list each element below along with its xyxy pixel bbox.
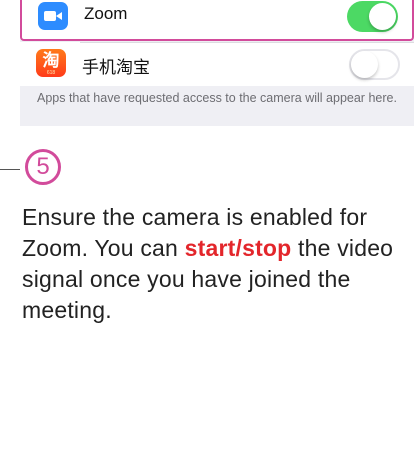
app-row-taobao: 淘 618 手机淘宝 (20, 42, 414, 86)
taobao-icon-tag: 618 (46, 70, 56, 76)
row-divider (80, 42, 414, 43)
instruction-highlight: start/stop (184, 235, 292, 261)
video-camera-icon (44, 11, 56, 21)
toggle-knob (351, 51, 378, 78)
camera-lens-shape (56, 12, 62, 20)
app-name-zoom: Zoom (84, 4, 128, 23)
camera-access-settings: Zoom 淘 618 手机淘宝 Apps that have requested… (20, 0, 414, 126)
toggle-knob (369, 3, 396, 30)
step-instruction: Ensure the camera is enabled for Zoom. Y… (22, 202, 402, 326)
zoom-camera-toggle[interactable] (347, 1, 398, 32)
camera-access-footer-note: Apps that have requested access to the c… (37, 91, 397, 105)
app-row-zoom: Zoom (20, 0, 414, 41)
taobao-icon: 淘 618 (36, 49, 66, 77)
page: Zoom 淘 618 手机淘宝 Apps that have requested… (0, 0, 414, 455)
step-number-badge: 5 (25, 149, 61, 185)
zoom-app-icon (38, 2, 68, 30)
step-connector-line (0, 169, 20, 170)
app-name-taobao: 手机淘宝 (82, 58, 150, 77)
taobao-camera-toggle[interactable] (349, 49, 400, 80)
